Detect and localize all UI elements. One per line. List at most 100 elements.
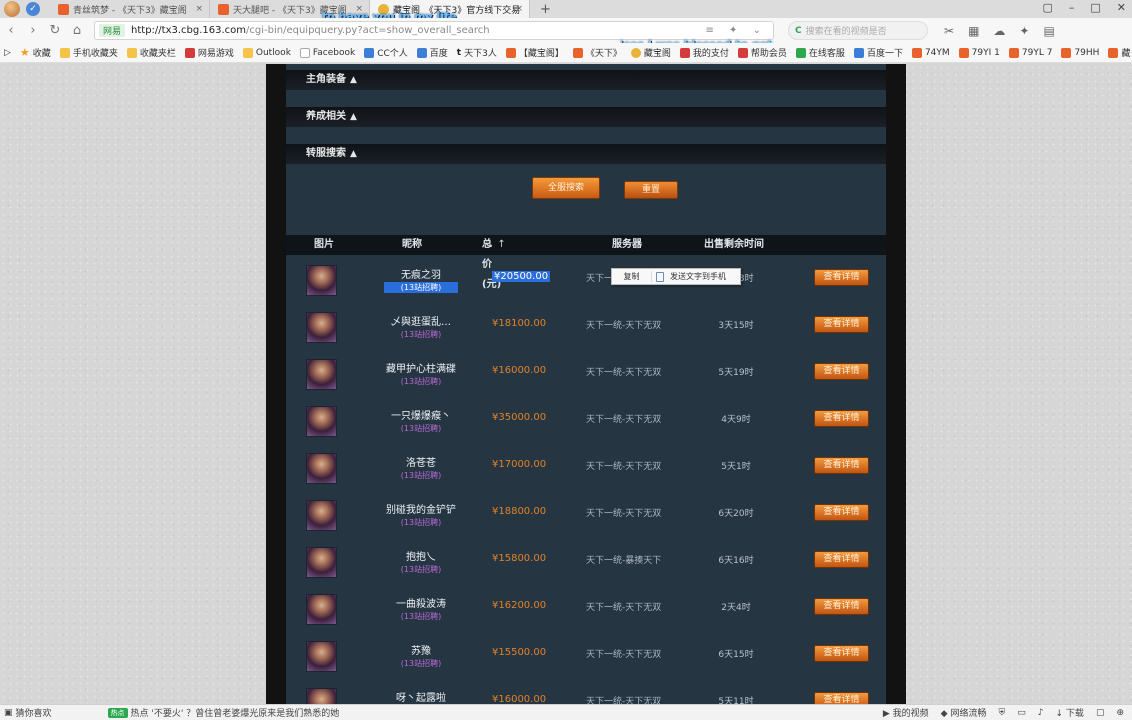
character-portrait[interactable] [306, 453, 337, 484]
search-input[interactable]: C 搜索在看的视频是否 [788, 21, 928, 40]
bookmark-item[interactable]: 手机收藏夹 [59, 46, 118, 59]
home-icon[interactable]: ⌂ [66, 23, 88, 38]
view-detail-button[interactable]: 查看详情 [814, 410, 869, 427]
view-detail-button[interactable]: 查看详情 [814, 645, 869, 662]
character-nickname[interactable]: 一只爆爆瘊丶 [366, 407, 476, 422]
refresh-icon[interactable]: ↻ [44, 23, 66, 38]
bookmark-item[interactable]: 79HH [1061, 47, 1099, 58]
recommend-label[interactable]: 猜你喜欢 [16, 706, 52, 719]
close-icon[interactable]: × [515, 4, 523, 14]
character-nickname[interactable]: 别碰我的金铲铲 [366, 501, 476, 516]
bookmark-item[interactable]: 《天下》 [572, 46, 622, 59]
news-ticker[interactable]: 热点 '不要火' ？曾住曾老婆爆光原来是我们熟悉的她 [131, 706, 340, 719]
download-link[interactable]: ↓ 下载 [1056, 706, 1084, 719]
character-portrait[interactable] [306, 359, 337, 390]
character-portrait[interactable] [306, 594, 337, 625]
zoom-icon[interactable]: ⊕ [1116, 708, 1124, 718]
bookmark-item[interactable]: 74YM [911, 47, 950, 58]
view-detail-button[interactable]: 查看详情 [814, 457, 869, 474]
bookmark-item[interactable]: 【藏宝阁】 [505, 46, 564, 59]
content-panel: 主角装备 ▲ 养成相关 ▲ 转服搜索 ▲ 全服搜索 重置 图片 昵称 总价 (元) ↓↑… [266, 64, 906, 719]
sidebar-toggle-icon[interactable]: ▷ [4, 48, 11, 58]
address-tools-icon[interactable]: ≡ ✦ ⌄ [706, 25, 768, 36]
table-row[interactable]: 苏豫 (13站招聘) ¥15500.00 天下一统-天下无双 6天15时 查看详情 [286, 631, 886, 678]
character-nickname[interactable]: 乄與逛蛋乱… [366, 313, 476, 328]
character-nickname[interactable]: 洛苍苍 [366, 454, 476, 469]
character-nickname[interactable]: 无痕之羽 [366, 266, 476, 281]
shield-icon[interactable]: ⛨ [998, 708, 1005, 718]
view-detail-button[interactable]: 查看详情 [814, 316, 869, 333]
character-portrait[interactable] [306, 547, 337, 578]
maximize-icon[interactable]: □ [1090, 1, 1100, 14]
user-avatar[interactable] [4, 1, 20, 17]
bookmark-item[interactable]: 收藏夹栏 [126, 46, 176, 59]
table-row[interactable]: 无痕之羽(13站招聘)¥20500.00天下一统-天下无双2天23时查看详情 [286, 255, 886, 302]
table-row[interactable]: 乄與逛蛋乱… (13站招聘) ¥18100.00 天下一统-天下无双 3天15时 查看详情 [286, 302, 886, 349]
bookmark-item[interactable]: 藏 [1108, 46, 1130, 59]
bookmark-item[interactable]: t 天下3人 [457, 46, 497, 60]
character-portrait[interactable] [306, 641, 337, 672]
bookmark-item[interactable]: 79YI 1 [958, 47, 1000, 58]
character-nickname[interactable]: 苏豫 [366, 642, 476, 657]
section-main-equip[interactable]: 主角装备 ▲ [286, 70, 886, 90]
tab-1[interactable]: 青丝筑梦 - 《天下3》藏宝阁 × [50, 0, 210, 18]
minimize-icon[interactable]: – [1069, 1, 1075, 14]
triangle-up-icon: ▲ [350, 149, 357, 159]
sort-arrows-icon[interactable]: ↓↑ [486, 235, 509, 255]
character-nickname[interactable]: 呀丶起露啦 [366, 689, 476, 704]
bookmark-item[interactable]: 帮助会员 [737, 46, 787, 59]
cloud-icon[interactable]: ☁ [993, 24, 1005, 38]
character-nickname[interactable]: 抱抱乀 [366, 548, 476, 563]
bookmark-item[interactable]: 百度 [416, 46, 448, 59]
view-detail-button[interactable]: 查看详情 [814, 504, 869, 521]
table-row[interactable]: 一曲殺波涛 (13站招聘) ¥16200.00 天下一统-天下无双 2天4时 查看详情 [286, 584, 886, 631]
send-to-phone-menu-item[interactable]: 发送文字到手机 [652, 271, 726, 282]
bookmark-item[interactable]: 藏宝阁 [630, 46, 671, 59]
bookmark-item[interactable]: 79YL 7 [1008, 47, 1052, 58]
table-row[interactable]: 藏甲护心柱满碟 (13站招聘) ¥16000.00 天下一统-天下无双 5天19时 查看详… [286, 349, 886, 396]
bookmark-item[interactable]: 百度一下 [853, 46, 903, 59]
new-tab-button[interactable]: + [530, 2, 561, 17]
menu-icon[interactable]: ▤ [1043, 24, 1054, 38]
character-portrait[interactable] [306, 406, 337, 437]
bookmark-item[interactable]: Facebook [299, 47, 355, 58]
table-row[interactable]: 抱抱乀 (13站招聘) ¥15800.00 天下一统-暴揍天下 6天16时 查看详情 [286, 537, 886, 584]
shield-icon[interactable]: ✓ [26, 2, 40, 16]
character-nickname[interactable]: 藏甲护心柱满碟 [366, 360, 476, 375]
speaker-icon[interactable]: ♪ [1038, 708, 1044, 718]
table-row[interactable]: 一只爆爆瘊丶 (13站招聘) ¥35000.00 天下一统-天下无双 4天9时 查看详情 [286, 396, 886, 443]
view-detail-button[interactable]: 查看详情 [814, 269, 869, 286]
network-status[interactable]: ◆ 网络流畅 [941, 706, 987, 719]
view-detail-button[interactable]: 查看详情 [814, 598, 869, 615]
table-row[interactable]: 洛苍苍 (13站招聘) ¥17000.00 天下一统-天下无双 5天1时 查看详情 [286, 443, 886, 490]
screen-icon[interactable]: ▭ [1017, 708, 1026, 718]
bookmark-item[interactable]: 网易游戏 [184, 46, 234, 59]
bookmark-item[interactable]: CC个人 [364, 46, 408, 59]
window-icon[interactable]: ▢ [1096, 708, 1105, 718]
close-icon[interactable]: × [195, 4, 203, 14]
game-icon[interactable]: ✦ [1019, 24, 1029, 38]
back-arrow-icon[interactable]: ‹ [0, 23, 22, 38]
section-transfer-search[interactable]: 转服搜索 ▲ [286, 144, 886, 164]
reset-button[interactable]: 重置 [624, 181, 678, 199]
table-row[interactable]: 别碰我的金铲铲 (13站招聘) ¥18800.00 天下一统-天下无双 6天20时 查看详… [286, 490, 886, 537]
section-cultivation[interactable]: 养成相关 ▲ [286, 107, 886, 127]
copy-menu-item[interactable]: 复制 [612, 271, 652, 282]
restore-icon[interactable]: ▢ [1042, 1, 1052, 14]
view-detail-button[interactable]: 查看详情 [814, 363, 869, 380]
character-nickname[interactable]: 一曲殺波涛 [366, 595, 476, 610]
bookmark-item[interactable]: Outlook [242, 47, 291, 58]
forward-arrow-icon[interactable]: › [22, 23, 44, 38]
character-portrait[interactable] [306, 265, 337, 296]
bookmark-item[interactable]: ★ 收藏 [20, 46, 51, 59]
search-all-button[interactable]: 全服搜索 [532, 177, 600, 199]
character-portrait[interactable] [306, 500, 337, 531]
my-video-link[interactable]: ▶ 我的视频 [883, 706, 929, 719]
view-detail-button[interactable]: 查看详情 [814, 551, 869, 568]
scissors-icon[interactable]: ✂ [944, 24, 954, 38]
extension-icon[interactable]: ▦ [968, 24, 979, 38]
character-portrait[interactable] [306, 312, 337, 343]
close-window-icon[interactable]: ✕ [1117, 1, 1126, 14]
bookmark-item[interactable]: 我的支付 [679, 46, 729, 59]
bookmark-item[interactable]: 在线客服 [795, 46, 845, 59]
